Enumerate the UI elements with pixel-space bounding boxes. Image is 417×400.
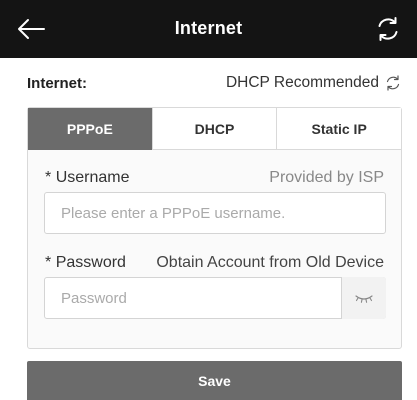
connection-value: DHCP Recommended xyxy=(225,74,379,91)
connection-label: Internet: xyxy=(27,75,87,92)
tab-static-ip[interactable]: Static IP xyxy=(276,108,402,150)
tab-dhcp[interactable]: DHCP xyxy=(151,108,277,150)
username-hint: Provided by ISP xyxy=(269,169,384,186)
tab-pppoe[interactable]: PPPoE xyxy=(28,108,152,150)
connection-status[interactable]: DHCP Recommended xyxy=(226,74,401,92)
page-title: Internet xyxy=(174,18,243,38)
username-label: Username xyxy=(55,169,130,186)
password-hint[interactable]: Obtain Account from Old Device xyxy=(156,254,384,272)
required-mark: * xyxy=(45,169,52,186)
password-input[interactable] xyxy=(44,277,386,319)
password-visibility-toggle[interactable] xyxy=(341,277,386,319)
connection-type-tabs: PPPoE DHCP Static IP xyxy=(28,108,402,150)
password-label: Password xyxy=(55,254,126,271)
pppoe-form-card: PPPoE DHCP Static IP * Username Provided… xyxy=(27,107,402,349)
username-input[interactable] xyxy=(44,192,386,234)
connection-mode-row: Internet: DHCP Recommended xyxy=(27,72,401,96)
refresh-icon[interactable] xyxy=(385,75,401,91)
username-label-group: * Username xyxy=(45,169,130,187)
required-mark: * xyxy=(45,254,52,271)
refresh-icon[interactable] xyxy=(375,16,401,42)
top-bar: Internet xyxy=(0,0,417,58)
password-label-group: * Password xyxy=(45,254,126,272)
save-button[interactable]: Save xyxy=(27,361,402,400)
eye-closed-icon xyxy=(355,295,373,303)
